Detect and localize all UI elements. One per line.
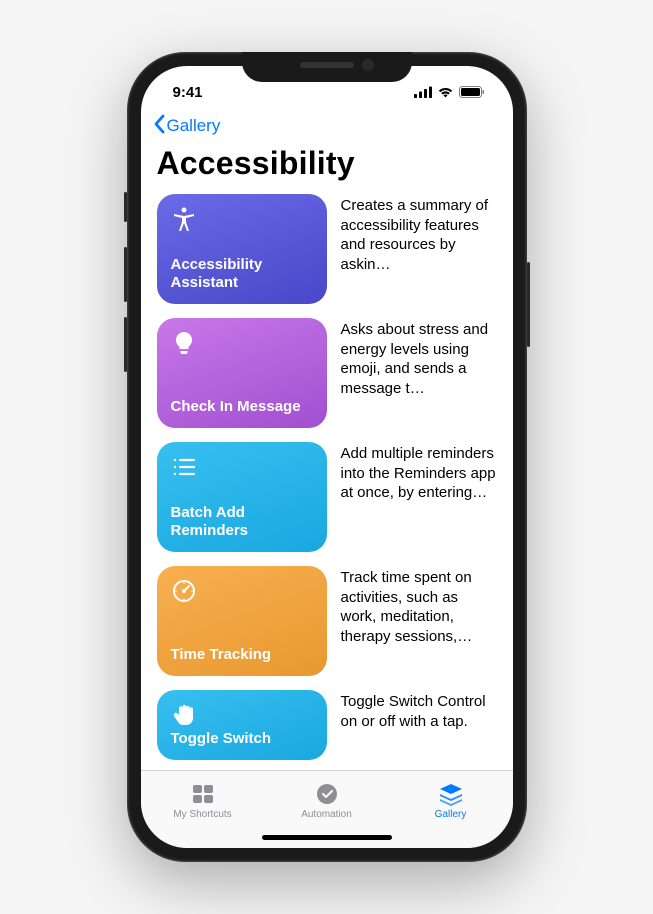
shortcut-card-accessibility-assistant[interactable]: Accessibility Assistant xyxy=(157,194,327,304)
shortcut-row: Toggle Switch Toggle Switch Control on o… xyxy=(157,690,497,760)
grid-icon xyxy=(190,781,216,807)
shortcut-title: Toggle Switch xyxy=(171,730,313,748)
shortcut-card-time-tracking[interactable]: Time Tracking xyxy=(157,566,327,676)
nav-bar: Gallery xyxy=(141,110,513,141)
back-button[interactable]: Gallery xyxy=(153,114,221,138)
home-indicator[interactable] xyxy=(262,835,392,840)
shortcut-title: Check In Message xyxy=(171,398,313,416)
cellular-signal-icon xyxy=(414,86,432,98)
tab-label: Automation xyxy=(301,809,352,820)
shortcut-row: Check In Message Asks about stress and e… xyxy=(157,318,497,428)
stack-icon xyxy=(438,781,464,807)
tab-my-shortcuts[interactable]: My Shortcuts xyxy=(158,781,248,820)
hand-icon xyxy=(171,702,197,728)
shortcut-row: Batch Add Reminders Add multiple reminde… xyxy=(157,442,497,552)
shortcut-description: Add multiple reminders into the Reminder… xyxy=(341,442,497,503)
tab-automation[interactable]: Automation xyxy=(282,781,372,820)
shortcut-title: Time Tracking xyxy=(171,646,313,664)
wifi-icon xyxy=(437,86,454,98)
list-icon xyxy=(171,454,197,480)
shortcut-list[interactable]: Accessibility Assistant Creates a summar… xyxy=(141,194,513,770)
shortcut-description: Track time spent on activities, such as … xyxy=(341,566,497,646)
shortcut-title: Batch Add Reminders xyxy=(171,504,313,540)
lightbulb-icon xyxy=(171,330,197,356)
shortcut-description: Creates a summary of accessibility featu… xyxy=(341,194,497,274)
page-title: Accessibility xyxy=(141,141,513,194)
screen: 9:41 Gallery Accessibility xyxy=(141,66,513,848)
accessibility-icon xyxy=(171,206,197,232)
shortcut-title: Accessibility Assistant xyxy=(171,256,313,292)
shortcut-card-toggle-switch[interactable]: Toggle Switch xyxy=(157,690,327,760)
device-notch xyxy=(242,52,412,82)
tab-label: Gallery xyxy=(435,809,467,820)
shortcut-card-check-in-message[interactable]: Check In Message xyxy=(157,318,327,428)
shortcut-description: Toggle Switch Control on or off with a t… xyxy=(341,690,497,731)
tab-gallery[interactable]: Gallery xyxy=(406,781,496,820)
status-time: 9:41 xyxy=(165,84,203,101)
shortcut-description: Asks about stress and energy levels usin… xyxy=(341,318,497,398)
tab-label: My Shortcuts xyxy=(173,809,231,820)
chevron-left-icon xyxy=(153,114,165,138)
shortcut-row: Time Tracking Track time spent on activi… xyxy=(157,566,497,676)
battery-icon xyxy=(459,86,485,98)
shortcut-card-batch-add-reminders[interactable]: Batch Add Reminders xyxy=(157,442,327,552)
shortcut-row: Accessibility Assistant Creates a summar… xyxy=(157,194,497,304)
gauge-icon xyxy=(171,578,197,604)
back-label: Gallery xyxy=(167,116,221,136)
clock-check-icon xyxy=(314,781,340,807)
phone-device-frame: 9:41 Gallery Accessibility xyxy=(127,52,527,862)
status-indicators xyxy=(414,86,489,98)
